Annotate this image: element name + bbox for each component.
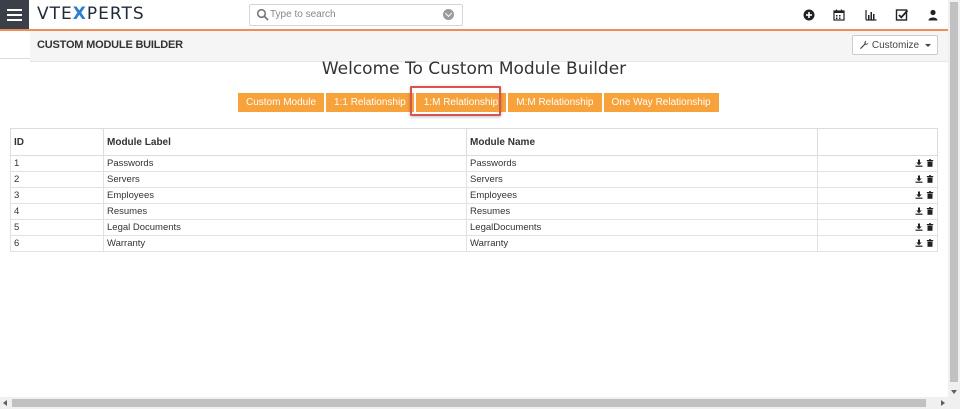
horizontal-scroll-thumb[interactable] [12,399,926,407]
cell-module-name: Resumes [466,203,818,220]
cell-module-name: Passwords [466,155,818,172]
app-logo[interactable]: VTEXPERTS [37,4,145,24]
tab-many-to-many-relationship[interactable]: M:M Relationship [508,93,602,112]
cell-id: 1 [10,155,104,172]
column-header-id[interactable]: ID [10,128,104,156]
table-row[interactable]: 1 Passwords Passwords [10,155,938,172]
plus-circle-icon[interactable] [802,8,816,22]
table-row[interactable]: 4 Resumes Resumes [10,203,938,220]
table-row[interactable]: 5 Legal Documents LegalDocuments [10,219,938,236]
scroll-down-arrow-icon[interactable] [951,390,957,394]
search-options-chevron-icon[interactable] [443,9,454,20]
cell-actions [817,187,938,204]
vertical-scroll-thumb[interactable] [950,2,958,382]
download-icon[interactable] [915,239,923,248]
download-icon[interactable] [915,175,923,184]
cell-id: 5 [10,219,104,236]
download-icon[interactable] [915,223,923,232]
trash-icon[interactable] [926,175,934,184]
hamburger-menu-button[interactable] [0,0,29,29]
tab-custom-module[interactable]: Custom Module [238,93,325,112]
cell-module-name: Employees [466,187,818,204]
cell-id: 3 [10,187,104,204]
trash-icon[interactable] [926,207,934,216]
trash-icon[interactable] [926,223,934,232]
table-row[interactable]: 6 Warranty Warranty [10,235,938,252]
table-row[interactable]: 2 Servers Servers [10,171,938,188]
search-icon [256,8,269,21]
scroll-right-arrow-icon[interactable] [941,400,945,406]
calendar-icon[interactable] [832,8,846,22]
module-subheader: CUSTOM MODULE BUILDER Customize [30,31,948,62]
cell-module-label[interactable]: Passwords [103,155,467,172]
cell-actions [817,155,938,172]
user-icon[interactable] [926,8,940,22]
cell-actions [817,171,938,188]
download-icon[interactable] [915,207,923,216]
cell-module-label[interactable]: Employees [103,187,467,204]
global-search-box[interactable] [249,4,463,26]
horizontal-scrollbar[interactable] [0,397,960,409]
table-header-row: ID Module Label Module Name [10,128,938,156]
customize-label: Customize [871,39,920,51]
modules-table: ID Module Label Module Name 1 Passwords Pa… [10,128,938,252]
bar-chart-icon[interactable] [864,8,878,22]
cell-module-label[interactable]: Legal Documents [103,219,467,236]
cell-actions [817,219,938,236]
chevron-down-icon [925,43,932,47]
column-header-module-label[interactable]: Module Label [103,128,467,156]
download-icon[interactable] [915,191,923,200]
cell-module-label[interactable]: Servers [103,171,467,188]
check-square-icon[interactable] [895,8,909,22]
cell-module-name: LegalDocuments [466,219,818,236]
cell-id: 6 [10,235,104,252]
trash-icon[interactable] [926,159,934,168]
cell-module-name: Servers [466,171,818,188]
wrench-icon [859,40,869,50]
cell-actions [817,235,938,252]
customize-button[interactable]: Customize [852,35,938,55]
trash-icon[interactable] [926,191,934,200]
cell-id: 4 [10,203,104,220]
welcome-heading: Welcome To Custom Module Builder [321,59,627,79]
tab-one-to-one-relationship[interactable]: 1:1 Relationship [326,93,414,112]
cell-actions [817,203,938,220]
table-row[interactable]: 3 Employees Employees [10,187,938,204]
tab-one-way-relationship[interactable]: One Way Relationship [603,93,719,112]
search-input[interactable] [270,6,430,22]
download-icon[interactable] [915,159,923,168]
highlight-box [410,86,501,116]
page-title: CUSTOM MODULE BUILDER [37,39,183,51]
cell-module-name: Warranty [466,235,818,252]
cell-module-label[interactable]: Resumes [103,203,467,220]
trash-icon[interactable] [926,239,934,248]
top-navbar: VTEXPERTS [0,0,948,31]
scroll-left-arrow-icon[interactable] [3,400,7,406]
vertical-scrollbar[interactable] [948,0,960,397]
cell-module-label[interactable]: Warranty [103,235,467,252]
column-header-actions [817,128,938,156]
cell-id: 2 [10,171,104,188]
column-header-module-name[interactable]: Module Name [466,128,818,156]
